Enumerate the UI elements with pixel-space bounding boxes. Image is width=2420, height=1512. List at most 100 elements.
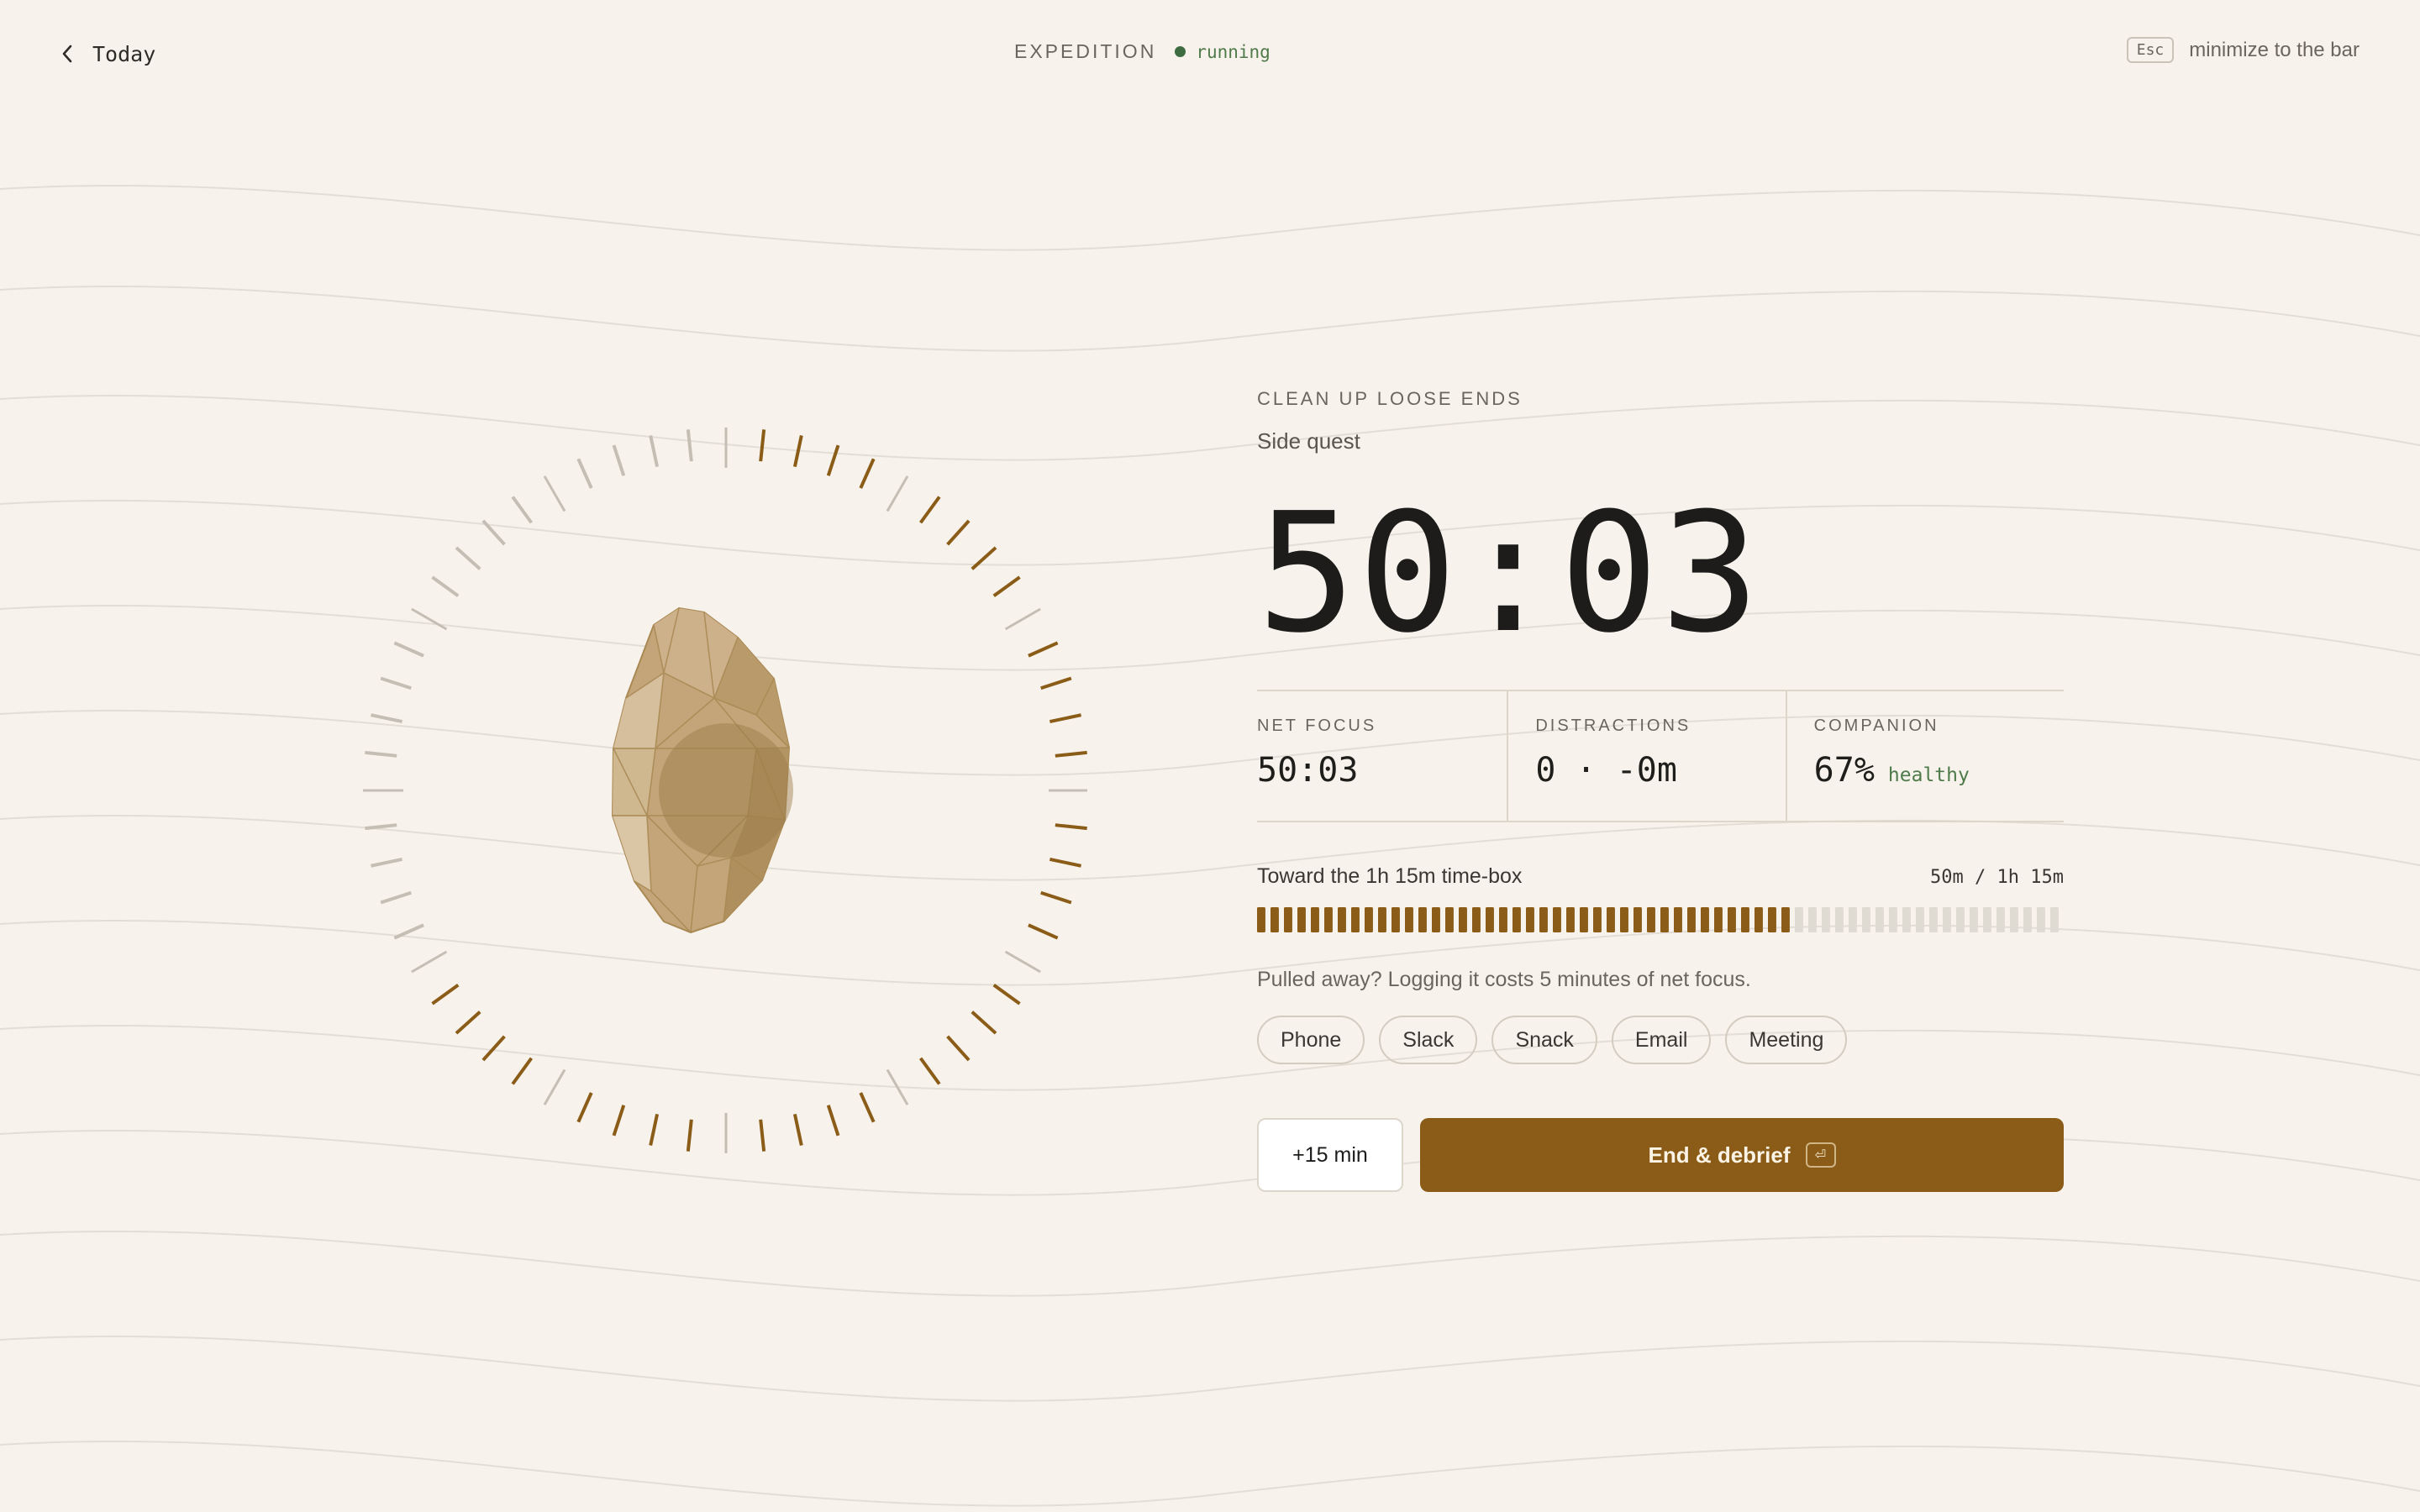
stat-value: 67% <box>1813 751 1875 790</box>
progress-segment <box>1351 907 1360 932</box>
dial-tick <box>543 1068 566 1105</box>
dial-tick <box>918 1057 941 1085</box>
stats-row: NET FOCUS 50:03 DISTRACTIONS 0 · -0m COM… <box>1257 690 2064 822</box>
dial-tick <box>576 1092 593 1123</box>
end-debrief-button[interactable]: End & debrief ⏎ <box>1420 1118 2064 1192</box>
progress-segment <box>1687 907 1696 932</box>
progress-segment <box>1835 907 1844 932</box>
progress-segment <box>1472 907 1481 932</box>
back-today-button[interactable]: Today <box>60 37 155 71</box>
chip-slack[interactable]: Slack <box>1379 1016 1478 1064</box>
progress-segment <box>1889 907 1897 932</box>
dial-tick <box>511 1057 534 1085</box>
progress-segment <box>1983 907 1991 932</box>
progress-segment <box>2010 907 2018 932</box>
progress-segment <box>1338 907 1346 932</box>
chip-snack[interactable]: Snack <box>1491 1016 1597 1064</box>
progress-segment <box>1862 907 1870 932</box>
dial-tick <box>826 444 840 476</box>
dial-tick <box>971 1011 997 1035</box>
progress-segment <box>1849 907 1857 932</box>
progress-segment <box>1754 907 1763 932</box>
progress-segment <box>1741 907 1749 932</box>
progress-segment <box>1392 907 1400 932</box>
progress-segment <box>1674 907 1682 932</box>
dial-tick <box>371 713 403 724</box>
chip-phone[interactable]: Phone <box>1257 1016 1365 1064</box>
dial-tick <box>886 475 909 512</box>
progress-segment <box>1257 907 1265 932</box>
quest-title: CLEAN UP LOOSE ENDS <box>1257 388 1523 409</box>
dial-tick <box>1055 823 1087 831</box>
minimize-to-bar-button[interactable]: Esc minimize to the bar <box>2126 37 2360 63</box>
progress-segment <box>1499 907 1507 932</box>
stat-label: NET FOCUS <box>1257 717 1377 735</box>
progress-segment <box>1620 907 1628 932</box>
progress-segment <box>1486 907 1494 932</box>
progress-segment <box>1324 907 1333 932</box>
distraction-prompt: Pulled away? Logging it costs 5 minutes … <box>1257 968 1751 991</box>
progress-segment <box>1445 907 1454 932</box>
progress-segment <box>1284 907 1292 932</box>
dial-tick <box>455 1011 481 1035</box>
focus-dial <box>363 428 1087 1153</box>
dial-tick <box>612 1105 626 1137</box>
progress-segment <box>1701 907 1709 932</box>
progress-segment <box>1418 907 1427 932</box>
dial-tick <box>859 458 876 489</box>
progress-segment <box>1808 907 1817 932</box>
progress-segment <box>1580 907 1588 932</box>
focus-timer: 50:03 <box>1257 478 1762 669</box>
progress-segment <box>2050 907 2059 932</box>
progress-segment <box>1781 907 1790 932</box>
dial-tick <box>792 1113 803 1146</box>
dial-tick <box>380 676 412 690</box>
progress-segment <box>1916 907 1924 932</box>
progress-segment <box>1822 907 1830 932</box>
progress-segment <box>1996 907 2005 932</box>
companion-health-label: healthy <box>1887 764 1970 786</box>
chip-email[interactable]: Email <box>1611 1016 1712 1064</box>
progress-segment <box>1714 907 1723 932</box>
progress-segment <box>1405 907 1413 932</box>
expedition-status: EXPEDITION running <box>1014 40 1270 63</box>
progress-segment <box>1876 907 1884 932</box>
progress-segment <box>1270 907 1279 932</box>
back-label: Today <box>92 41 156 66</box>
esc-key-badge: Esc <box>2126 37 2175 63</box>
dial-tick <box>411 950 448 974</box>
stat-label: COMPANION <box>1813 717 1939 735</box>
progress-segment <box>1459 907 1467 932</box>
progress-segment <box>1634 907 1642 932</box>
dial-tick <box>612 444 626 476</box>
dial-tick <box>1004 950 1041 974</box>
dial-tick <box>792 435 803 468</box>
progress-segment <box>1728 907 1736 932</box>
distraction-chips: Phone Slack Snack Email Meeting <box>1257 1016 2064 1064</box>
dial-tick <box>393 923 424 940</box>
enter-key-icon: ⏎ <box>1805 1142 1836 1168</box>
crystal-gem-icon <box>611 606 793 934</box>
progress-segment <box>1607 907 1615 932</box>
dial-tick <box>543 475 566 512</box>
progress-segment <box>1432 907 1440 932</box>
progress-segment <box>1970 907 1978 932</box>
dial-tick <box>576 458 593 489</box>
progress-segment <box>1297 907 1306 932</box>
chip-meeting[interactable]: Meeting <box>1725 1016 1848 1064</box>
extend-15-min-button[interactable]: +15 min <box>1257 1118 1403 1192</box>
progress-segment <box>1929 907 1938 932</box>
dial-tick <box>886 1068 909 1105</box>
dial-tick <box>365 823 397 831</box>
status-label: EXPEDITION <box>1014 40 1157 62</box>
progress-segment <box>1365 907 1373 932</box>
dial-tick <box>1055 750 1087 758</box>
progress-segment <box>2023 907 2032 932</box>
dial-tick <box>371 857 403 868</box>
progress-segment <box>1943 907 1951 932</box>
progress-segment <box>1795 907 1803 932</box>
dial-tick <box>431 575 460 598</box>
progress-segment <box>1566 907 1575 932</box>
dial-tick <box>1028 923 1059 940</box>
progress-segment <box>1539 907 1548 932</box>
